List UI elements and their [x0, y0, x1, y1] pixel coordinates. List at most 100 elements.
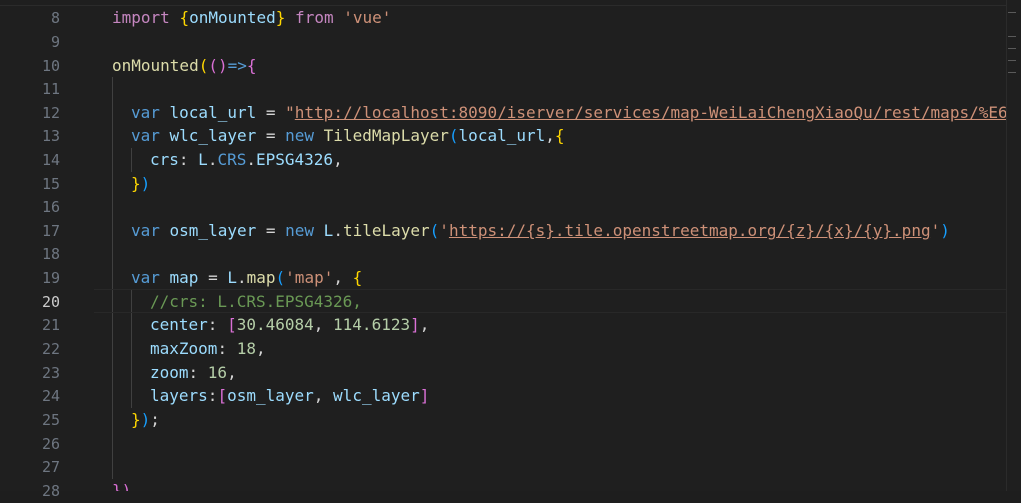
token: . — [236, 268, 247, 287]
token: wlc_layer — [333, 386, 420, 405]
token: , — [227, 363, 237, 382]
line-number: 10 — [41, 57, 60, 75]
token: local_url — [458, 126, 546, 145]
token: " — [285, 103, 295, 122]
overview-ruler-mark — [1008, 36, 1016, 37]
line-number: 11 — [41, 80, 60, 98]
token: { — [352, 268, 363, 287]
token: map — [169, 268, 199, 287]
token: } — [275, 8, 286, 27]
token: => — [227, 56, 247, 75]
token: zoom — [150, 363, 189, 382]
token: , — [545, 126, 555, 145]
line-number: 14 — [41, 151, 60, 169]
token: ] — [410, 315, 420, 334]
overview-ruler-mark — [1008, 72, 1016, 73]
code-line-14: crs: L.CRS.EPSG4326, — [150, 148, 343, 172]
token: center — [150, 315, 208, 334]
token: ] — [419, 386, 430, 405]
line-number: 15 — [41, 175, 60, 193]
token: layers — [150, 386, 208, 405]
token: ' — [439, 221, 449, 240]
token: 'map' — [285, 268, 334, 287]
code-line-25: }); — [131, 408, 160, 432]
token: : — [178, 150, 199, 169]
token: ( — [275, 268, 286, 287]
line-number: 24 — [41, 387, 60, 405]
token: , — [333, 268, 353, 287]
overview-ruler-mark — [1008, 48, 1016, 49]
token: ; — [150, 410, 160, 429]
token: CRS — [217, 150, 247, 169]
token: tileLayer — [342, 221, 430, 240]
token: onMounted — [189, 8, 276, 27]
url-link[interactable]: https://{s}.tile.openstreetmap.org/{z}/{… — [449, 221, 931, 240]
token: { — [179, 8, 190, 27]
token: var — [131, 126, 170, 145]
code-line-17: var osm_layer = new L.tileLayer('https:/… — [131, 219, 950, 243]
token: , — [313, 315, 334, 334]
line-number-gutter: 8 9 10 11 12 13 14 15 16 17 18 19 20 21 … — [0, 5, 72, 500]
token: crs — [150, 150, 179, 169]
token: var — [131, 268, 170, 287]
line-number: 16 — [41, 198, 60, 216]
overview-ruler-mark — [1008, 12, 1016, 13]
token: { — [246, 56, 257, 75]
token: L — [323, 221, 334, 240]
code-line-8: import {onMounted} from 'vue' — [112, 6, 391, 30]
url-link[interactable]: http://localhost:8090/iserver/services/m… — [295, 103, 1006, 122]
token: . — [246, 150, 256, 169]
token: , — [333, 150, 343, 169]
code-text-area[interactable]: import {onMounted} from 'vue' onMounted (… — [94, 5, 1006, 491]
token: ) — [940, 221, 950, 240]
token: 16 — [207, 363, 228, 382]
token: : — [207, 386, 218, 405]
line-number: 8 — [50, 9, 60, 27]
token: () — [208, 56, 228, 75]
overview-ruler-mark — [1008, 60, 1016, 61]
token: = — [256, 103, 286, 122]
token: import — [112, 8, 180, 27]
code-line-22: maxZoom: 18, — [150, 337, 266, 361]
token: : — [207, 315, 228, 334]
token: onMounted — [112, 56, 199, 75]
code-line-23: zoom: 16, — [150, 361, 237, 385]
indent-guide — [131, 148, 132, 172]
line-number: 21 — [41, 316, 60, 334]
token: } — [131, 174, 141, 193]
token: : — [217, 339, 237, 358]
token: EPSG4326 — [256, 150, 334, 169]
token: [ — [227, 315, 237, 334]
token: TiledMapLayer — [323, 126, 449, 145]
token: = — [198, 268, 228, 287]
comment: //crs: L.CRS.EPSG4326, — [150, 292, 362, 311]
token: = — [256, 221, 286, 240]
token: , — [419, 315, 430, 334]
indent-guide — [112, 77, 113, 479]
token: new — [285, 126, 324, 145]
line-number: 27 — [41, 458, 60, 476]
line-number: 18 — [41, 245, 60, 263]
code-line-28: }) — [112, 479, 131, 491]
token: { — [554, 126, 565, 145]
token: new — [285, 221, 324, 240]
code-editor[interactable]: 8 9 10 11 12 13 14 15 16 17 18 19 20 21 … — [0, 0, 1021, 500]
token: local_url — [169, 103, 257, 122]
line-number: 13 — [41, 127, 60, 145]
vertical-scrollbar[interactable] — [1006, 0, 1021, 491]
token: } — [131, 410, 141, 429]
token: var — [131, 221, 170, 240]
token: L — [198, 150, 208, 169]
token: , — [255, 339, 266, 358]
line-number: 22 — [41, 340, 60, 358]
line-number: 17 — [41, 222, 60, 240]
code-line-15: }) — [131, 172, 150, 196]
line-number: 23 — [41, 364, 60, 382]
code-line-24: layers:[osm_layer, wlc_layer] — [150, 384, 429, 408]
token: wlc_layer — [169, 126, 257, 145]
token: = — [256, 126, 286, 145]
line-number: 19 — [41, 269, 60, 287]
token: ( — [448, 126, 459, 145]
line-number: 25 — [41, 411, 60, 429]
line-number: 9 — [50, 33, 60, 51]
